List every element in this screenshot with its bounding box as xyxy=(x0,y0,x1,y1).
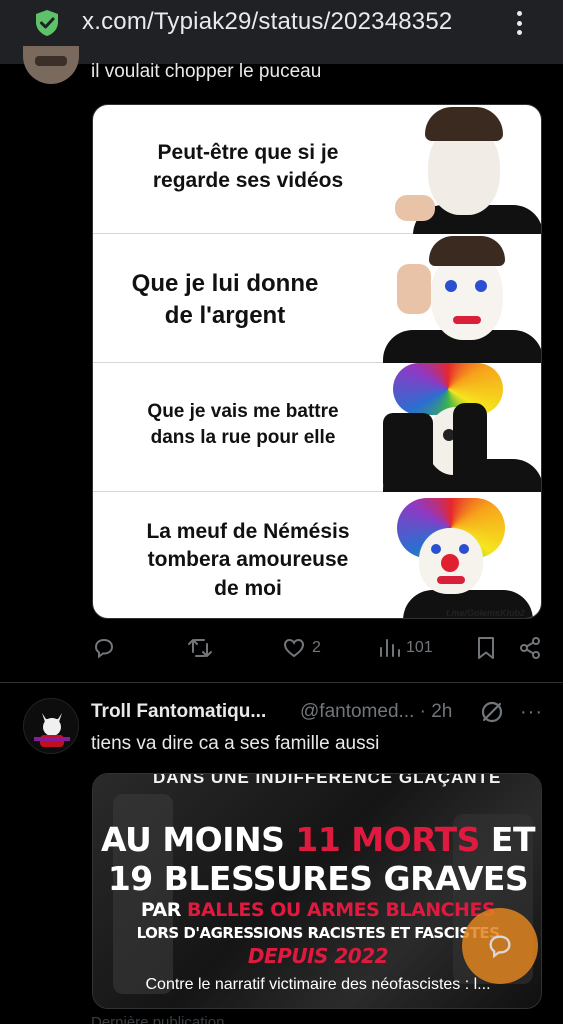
partial-text: Dernière publication... xyxy=(91,1014,237,1024)
share-button[interactable] xyxy=(518,636,542,660)
chat-bubble-icon xyxy=(489,935,511,959)
media-caption[interactable]: Contre le narratif victimaire des néofas… xyxy=(93,976,541,994)
more-options-icon[interactable]: ··· xyxy=(520,701,543,724)
retweet-button[interactable] xyxy=(187,636,213,660)
man-face-illustration xyxy=(383,105,541,234)
tweet-text: il voulait chopper le puceau xyxy=(91,61,322,82)
retweet-icon xyxy=(188,639,212,657)
divider xyxy=(0,682,563,683)
bookmark-button[interactable] xyxy=(476,636,496,660)
tweet-actions: 2 101 xyxy=(92,636,552,664)
meme-panel: La meuf de Némésis tombera amoureuse de … xyxy=(93,492,541,618)
avatar[interactable] xyxy=(23,46,79,84)
full-clown-illustration xyxy=(383,492,541,618)
like-button[interactable]: 2 xyxy=(282,636,321,660)
kebab-menu-icon[interactable] xyxy=(509,8,529,38)
tweet-text: tiens va dire ca a ses famille aussi xyxy=(91,733,380,754)
meme-panel: Que je vais me battre dans la rue pour e… xyxy=(93,363,541,492)
meme-caption: Peut-être que si je regarde ses vidéos xyxy=(152,141,344,193)
meme-panel: Que je lui donne de l'argent xyxy=(93,234,541,363)
bar-chart-icon xyxy=(380,639,400,657)
bookmark-icon xyxy=(478,637,494,659)
heart-icon xyxy=(283,638,305,658)
view-count: 101 xyxy=(406,639,433,656)
share-icon xyxy=(520,637,540,659)
browser-url-bar[interactable]: x.com/Typiak29/status/202348352 xyxy=(0,0,563,64)
meme-panel: Peut-être que si je regarde ses vidéos xyxy=(93,105,541,234)
reply-icon xyxy=(94,638,114,659)
watermark: t.me/GolemsKlub2 xyxy=(445,608,525,618)
handle-and-time[interactable]: @fantomed... · 2h xyxy=(300,701,452,723)
meme-image[interactable]: Peut-être que si je regarde ses vidéos Q… xyxy=(92,104,542,619)
compose-fab-button[interactable] xyxy=(462,908,538,984)
like-count: 2 xyxy=(312,639,321,656)
clown-face-illustration xyxy=(383,234,541,363)
views-button[interactable]: 101 xyxy=(378,636,433,660)
avatar[interactable] xyxy=(23,698,79,754)
display-name[interactable]: Troll Fantomatiqu... xyxy=(91,701,266,723)
grok-icon[interactable] xyxy=(480,700,504,729)
headline-line: 19 BLESSURES GRAVES xyxy=(107,859,529,898)
headline-line: AU MOINS 11 MORTS ET xyxy=(101,820,535,859)
clown-wig-illustration xyxy=(383,363,541,492)
meme-caption: Que je lui donne de l'argent xyxy=(131,270,319,330)
shield-check-icon xyxy=(34,9,60,37)
url-text[interactable]: x.com/Typiak29/status/202348352 xyxy=(82,8,482,36)
banner-top-text: DANS UNE INDIFFÉRENCE GLAÇANTE xyxy=(153,773,502,787)
meme-caption: La meuf de Némésis tombera amoureuse de … xyxy=(146,520,350,600)
reply-button[interactable] xyxy=(92,636,116,660)
meme-caption: Que je vais me battre dans la rue pour e… xyxy=(147,401,339,448)
